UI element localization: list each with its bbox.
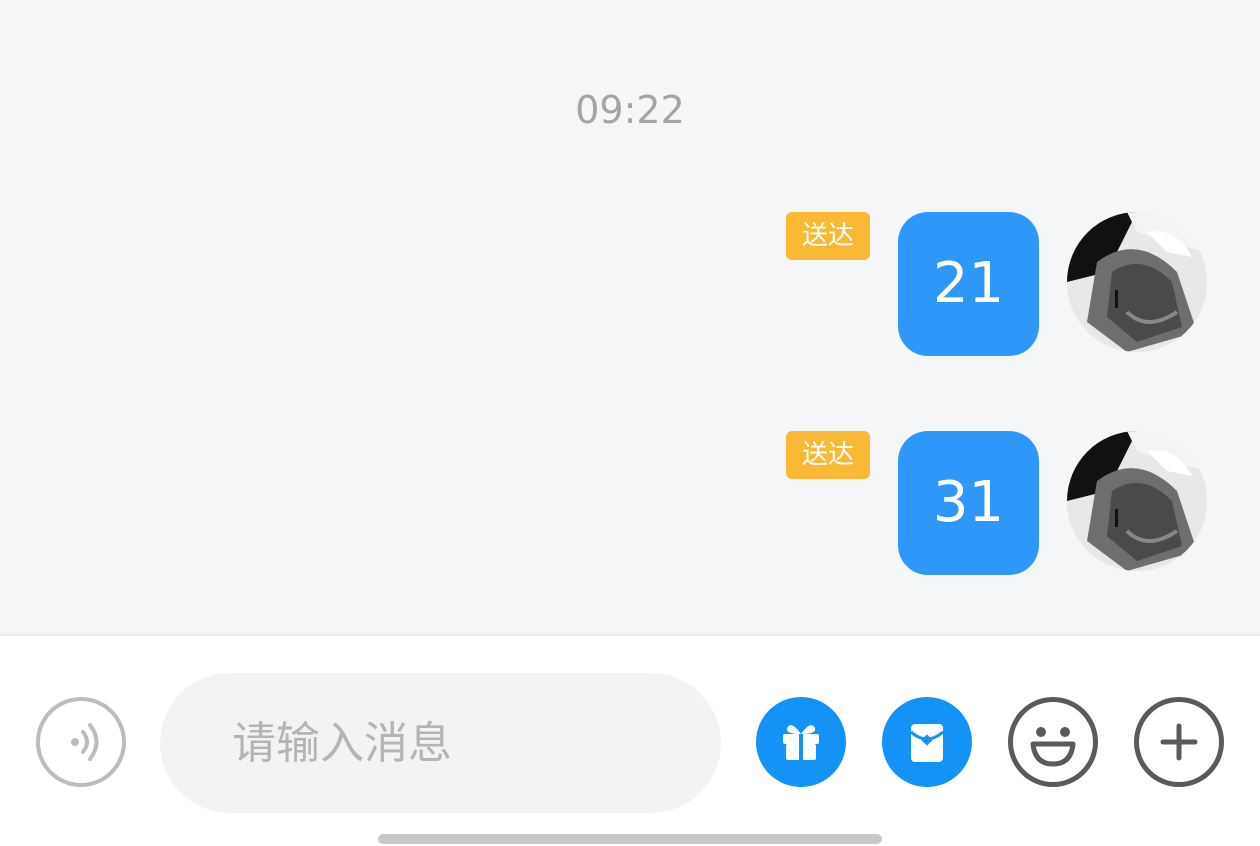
emoji-button[interactable] bbox=[1008, 697, 1098, 787]
delivered-badge: 送达 bbox=[786, 431, 870, 479]
home-indicator bbox=[378, 834, 882, 844]
voice-icon bbox=[71, 723, 99, 761]
timestamp: 09:22 bbox=[575, 88, 685, 132]
gift-icon bbox=[783, 725, 819, 760]
avatar[interactable] bbox=[1067, 212, 1207, 352]
red-packet-button[interactable] bbox=[882, 697, 972, 787]
input-bar bbox=[0, 634, 1260, 846]
message-row: 送达 21 bbox=[0, 212, 1260, 356]
plus-button[interactable] bbox=[1134, 697, 1224, 787]
avatar[interactable] bbox=[1067, 431, 1207, 571]
red-packet-icon bbox=[910, 724, 944, 762]
message-row: 送达 31 bbox=[0, 431, 1260, 575]
message-input[interactable] bbox=[160, 673, 721, 813]
plus-icon bbox=[1160, 723, 1198, 761]
message-bubble[interactable]: 31 bbox=[898, 431, 1039, 575]
avatar-image bbox=[1067, 431, 1207, 571]
emoji-icon bbox=[1030, 727, 1076, 767]
chat-area: 09:22 送达 21 送达 31 bbox=[0, 0, 1260, 634]
gift-button[interactable] bbox=[756, 697, 846, 787]
avatar-image bbox=[1067, 212, 1207, 352]
voice-button[interactable] bbox=[36, 697, 126, 787]
delivered-badge: 送达 bbox=[786, 212, 870, 260]
message-bubble[interactable]: 21 bbox=[898, 212, 1039, 356]
